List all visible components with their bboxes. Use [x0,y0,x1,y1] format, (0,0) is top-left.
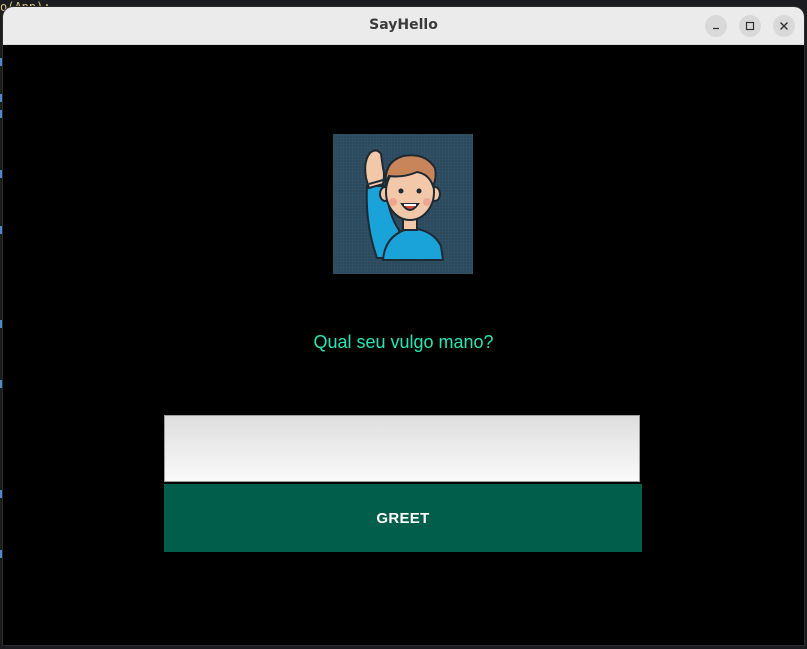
name-prompt-label: Qual seu vulgo mano? [313,332,494,352]
greet-button[interactable]: GREET [164,484,642,552]
app-window: SayHello Qual seu vulgo mano? GREET [3,7,804,645]
close-icon [780,22,788,30]
person-waving-icon [364,149,445,261]
name-input[interactable] [164,415,640,482]
minimize-icon [713,27,719,30]
close-button[interactable] [773,15,795,37]
window-titlebar[interactable]: SayHello [3,7,804,45]
maximize-button[interactable] [739,15,761,37]
window-title: SayHello [369,17,438,33]
minimize-button[interactable] [705,15,727,37]
avatar-image [333,134,473,274]
maximize-icon [745,21,755,31]
app-content: Qual seu vulgo mano? GREET [3,45,804,645]
